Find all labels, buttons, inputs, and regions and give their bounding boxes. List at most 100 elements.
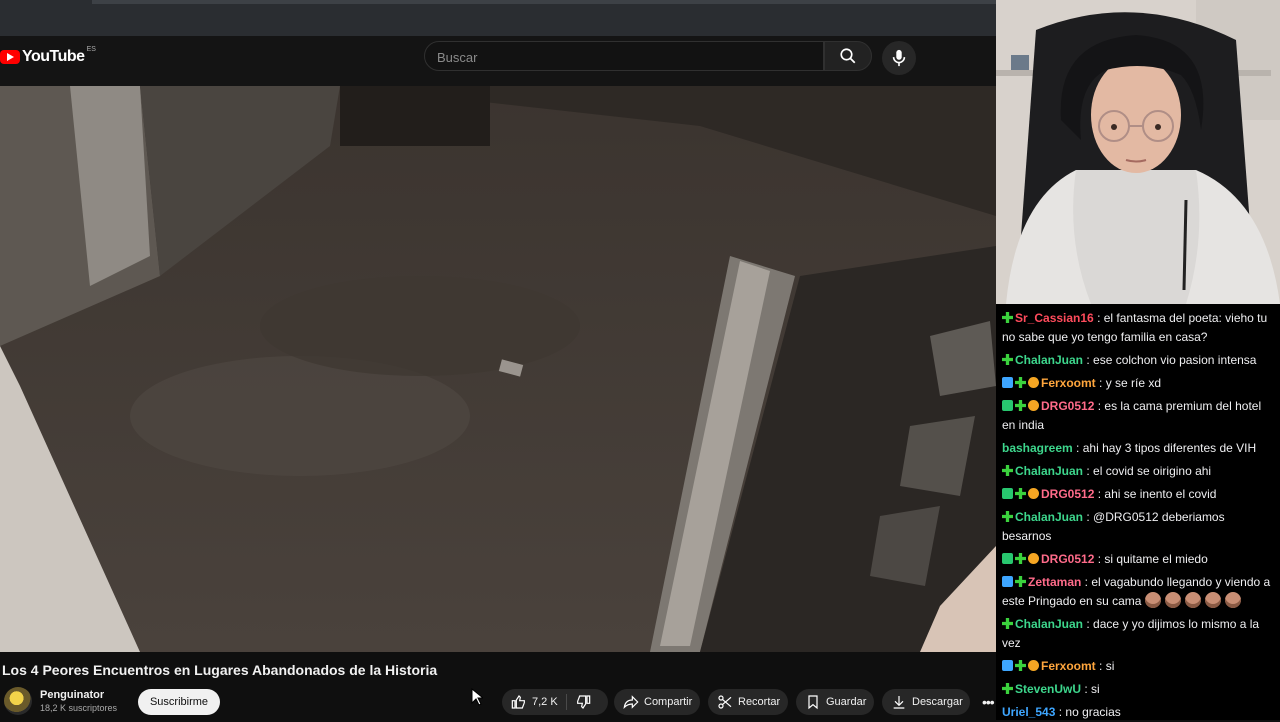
video-player[interactable] — [0, 86, 996, 652]
webcam-image — [996, 0, 1280, 304]
download-button[interactable]: Descargar — [882, 689, 970, 715]
face-emote-icon — [1184, 592, 1201, 608]
cube-badge-icon — [1002, 488, 1013, 499]
face-emote-icon — [1144, 592, 1161, 608]
bookmark-icon — [808, 695, 818, 710]
chat-text: el covid se oirigino ahi — [1093, 464, 1212, 478]
plus-badge-icon — [1002, 354, 1013, 365]
video-frame-image — [0, 86, 996, 652]
clip-button[interactable]: Recortar — [708, 689, 788, 715]
youtube-logo[interactable]: YouTube ES — [0, 46, 96, 66]
mouse-cursor-icon — [471, 688, 483, 706]
chat-text: ahi se inento el covid — [1104, 487, 1217, 501]
cube-badge-icon — [1002, 553, 1013, 564]
chat-message: Ferxoomt : si — [1002, 657, 1276, 676]
subscriber-count: 18,2 K suscriptores — [40, 703, 118, 713]
divider — [565, 694, 567, 710]
coin-badge-icon — [1028, 377, 1039, 388]
live-chat: Sr_Cassian16 : el fantasma del poeta: vi… — [996, 304, 1280, 720]
chat-username[interactable]: bashagreem — [1002, 441, 1073, 455]
chat-username[interactable]: DRG0512 — [1041, 552, 1094, 566]
plus-badge-icon — [1015, 488, 1026, 499]
plus-badge-icon — [1015, 660, 1026, 671]
chat-message: ChalanJuan : el covid se oirigino ahi — [1002, 462, 1276, 481]
search-button[interactable] — [824, 41, 872, 71]
coin-badge-icon — [1028, 553, 1039, 564]
download-label: Descargar — [912, 696, 963, 708]
share-label: Compartir — [644, 696, 693, 708]
coin-badge-icon — [1028, 400, 1039, 411]
youtube-play-icon — [0, 50, 20, 64]
prime-badge-icon — [1002, 660, 1013, 671]
chat-message: bashagreem : ahi hay 3 tipos diferentes … — [1002, 441, 1257, 455]
more-actions-button[interactable]: ••• — [978, 689, 996, 715]
chat-username[interactable]: Sr_Cassian16 — [1015, 311, 1094, 325]
plus-badge-icon — [1015, 553, 1026, 564]
chat-message: ChalanJuan : dace y yo dijimos lo mismo … — [1002, 617, 1260, 650]
chat-text: y se ríe xd — [1105, 376, 1162, 390]
channel-info[interactable]: Penguinator 18,2 K suscriptores — [4, 687, 117, 715]
chat-message: Ferxoomt : y se ríe xd — [1002, 374, 1276, 393]
voice-search-button[interactable] — [882, 41, 916, 75]
chat-message: ChalanJuan : @DRG0512 deberiamos besarno… — [1002, 510, 1225, 543]
chat-text: ahi hay 3 tipos diferentes de VIH — [1082, 441, 1257, 455]
chat-username[interactable]: ChalanJuan — [1015, 617, 1083, 631]
scissors-icon — [718, 695, 732, 709]
channel-avatar[interactable] — [4, 687, 32, 715]
video-details: Los 4 Peores Encuentros en Lugares Aband… — [0, 652, 996, 720]
youtube-logo-text: YouTube — [22, 48, 85, 65]
save-button[interactable]: Guardar — [796, 689, 874, 715]
search-input[interactable] — [435, 49, 809, 66]
coin-badge-icon — [1028, 660, 1039, 671]
like-count: 7,2 K — [532, 696, 558, 708]
chat-text: ese colchon vio pasion intensa — [1093, 353, 1257, 367]
subscribe-button[interactable]: Suscribirme — [138, 689, 220, 715]
plus-badge-icon — [1002, 511, 1013, 522]
plus-badge-icon — [1015, 377, 1026, 388]
thumbs-up-icon — [511, 695, 525, 709]
share-icon — [623, 695, 639, 710]
chat-message: DRG0512 : si quitame el miedo — [1002, 550, 1276, 569]
like-button[interactable]: 7,2 K — [502, 694, 558, 710]
chat-username[interactable]: Ferxoomt — [1041, 659, 1096, 673]
region-code: ES — [86, 46, 96, 53]
save-label: Guardar — [826, 696, 867, 708]
search-box — [424, 41, 824, 71]
streamer-webcam — [996, 0, 1280, 304]
chat-username[interactable]: DRG0512 — [1041, 399, 1094, 413]
chat-username[interactable]: ChalanJuan — [1015, 464, 1083, 478]
chat-username[interactable]: Ferxoomt — [1041, 376, 1096, 390]
chat-username[interactable]: StevenUwU — [1015, 682, 1081, 696]
chat-text: si — [1091, 682, 1100, 696]
more-dots-icon: ••• — [982, 694, 995, 710]
tab-strip — [92, 0, 996, 4]
clip-label: Recortar — [738, 696, 781, 708]
plus-badge-icon — [1002, 312, 1013, 323]
browser-top-strip — [0, 0, 996, 36]
search-icon — [840, 48, 856, 64]
face-emote-icon — [1224, 592, 1241, 608]
face-emote-icon — [1164, 592, 1181, 608]
chat-text: si — [1105, 659, 1115, 673]
chat-message: StevenUwU : si — [1002, 680, 1276, 699]
plus-badge-icon — [1015, 400, 1026, 411]
chat-username[interactable]: DRG0512 — [1041, 487, 1094, 501]
chat-message: Sr_Cassian16 : el fantasma del poeta: vi… — [1002, 311, 1268, 344]
dislike-button[interactable] — [575, 694, 591, 710]
chat-username[interactable]: Uriel_543 — [1002, 705, 1055, 719]
plus-badge-icon — [1002, 683, 1013, 694]
chat-message: DRG0512 : es la cama premium del hotel e… — [1002, 399, 1262, 432]
channel-name[interactable]: Penguinator — [40, 689, 117, 701]
chat-message: ChalanJuan : ese colchon vio pasion inte… — [1002, 351, 1276, 370]
chat-message: Uriel_543 : no gracias — [1002, 705, 1121, 719]
plus-badge-icon — [1002, 465, 1013, 476]
prime-badge-icon — [1002, 576, 1013, 587]
face-emote-icon — [1204, 592, 1221, 608]
share-button[interactable]: Compartir — [614, 689, 700, 715]
microphone-icon — [892, 49, 906, 67]
chat-text: si quitame el miedo — [1104, 552, 1208, 566]
chat-username[interactable]: ChalanJuan — [1015, 353, 1083, 367]
chat-username[interactable]: Zettaman — [1028, 575, 1081, 589]
chat-username[interactable]: ChalanJuan — [1015, 510, 1083, 524]
download-icon — [893, 696, 905, 709]
